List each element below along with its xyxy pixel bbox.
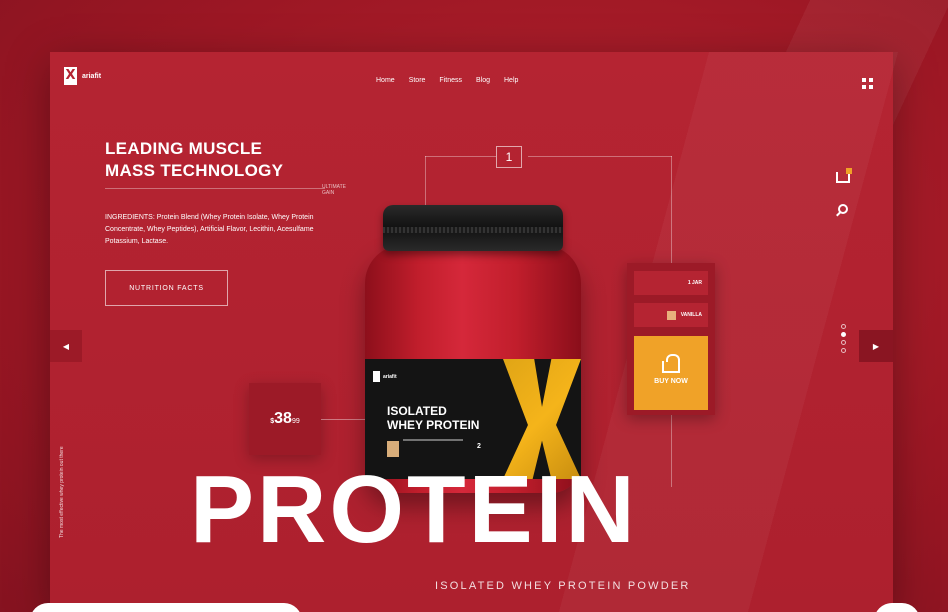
side-tagline: The most effective whey protein out ther… [59,446,65,538]
cart-badge [846,168,852,174]
connector-line [671,412,672,487]
connector-line [321,419,371,420]
label-brand: ariafit [383,373,397,380]
gain-label-main: GAIN [322,190,335,196]
carousel-dot-active[interactable] [841,332,846,337]
carousel-dot[interactable] [841,340,846,345]
search-icon[interactable] [838,204,848,214]
arrow-right-icon[interactable]: ▶ [859,330,893,362]
label-logo: ariafit [373,371,397,382]
step-number-box: 1 [496,146,522,168]
headline-line-1: LEADING MUSCLE [105,139,263,158]
bottom-overlay-left [30,603,302,612]
headline-line-2: MASS TECHNOLOGY [105,161,284,180]
carousel-dots [841,324,846,353]
logo[interactable]: X ariafit [64,67,101,85]
connector-line [528,156,598,157]
flavor-label: VANILLA [680,312,702,318]
connector-line [671,156,672,266]
flavor-option[interactable]: VANILLA [634,303,708,327]
jar-lid [383,205,563,251]
nav-help[interactable]: Help [504,77,518,84]
arrow-left-icon[interactable]: ◀ [50,330,82,362]
menu-grid-icon[interactable] [862,78,873,89]
subtitle: ISOLATED WHEY PROTEIN POWDER [435,580,691,592]
connector-line [598,156,672,157]
connector-line [473,156,496,157]
buy-now-button[interactable]: BUY NOW [634,336,708,410]
price-tag: $ 38 99 [249,383,321,455]
price-cents: 99 [291,417,300,425]
headline-underline [105,188,325,189]
label-title-line-1: ISOLATED [387,404,447,418]
logo-text: ariafit [82,72,102,80]
landing-frame: X ariafit Home Store Fitness Blog Help L… [50,52,910,612]
hero-headline: LEADING MUSCLE MASS TECHNOLOGY [105,138,283,182]
label-title: ISOLATED WHEY PROTEIN [387,404,479,432]
buy-now-label: BUY NOW [654,378,688,385]
label-title-line-2: WHEY PROTEIN [387,418,480,432]
label-fineprint [403,439,463,441]
logo-mark: X [64,67,77,85]
carousel-dot[interactable] [841,324,846,329]
big-title: PROTEIN [190,456,638,563]
flavor-swatch [666,310,676,320]
product-jar-image: ariafit ISOLATED WHEY PROTEIN 2 [365,205,581,495]
nav-fitness[interactable]: Fitness [439,77,462,84]
nav-store[interactable]: Store [409,77,426,84]
ingredients-text: INGREDIENTS: Protein Blend (Whey Protein… [105,214,314,245]
label-weight: 2 [477,443,481,450]
label-swatch [387,441,399,457]
nav-home[interactable]: Home [376,77,395,84]
order-panel: 1 JAR VANILLA BUY NOW [627,263,715,415]
size-option[interactable]: 1 JAR [634,271,708,295]
carousel-dot[interactable] [841,348,846,353]
basket-icon [662,354,680,373]
price-dollars: 38 [274,410,292,427]
nav-blog[interactable]: Blog [476,77,490,84]
connector-line [425,156,473,157]
price-currency: $ [270,417,275,425]
gain-label: ULTIMATE GAIN [322,184,346,196]
top-nav: Home Store Fitness Blog Help [376,77,518,84]
nutrition-facts-button[interactable]: NUTRITION FACTS [105,270,228,306]
